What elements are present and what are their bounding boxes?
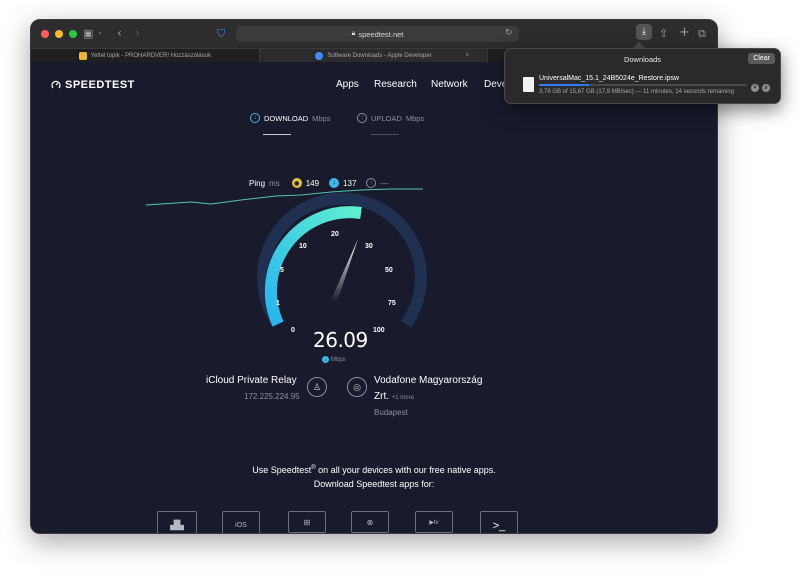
chevron-down-icon[interactable]: ⌄ (97, 29, 103, 36)
speed-graph-and-gauge: 0 1 5 10 20 30 50 75 100 (145, 188, 427, 334)
downloads-popover: Downloads Clear UniversalMac_15.1_24B502… (504, 48, 781, 104)
gauge-tick-75: 75 (388, 300, 396, 307)
close-window-button[interactable] (41, 30, 49, 38)
globe-icon: ◎ (353, 381, 361, 392)
relay-ip: 172.225.224.95 (244, 392, 300, 401)
download-progress-fill (539, 84, 590, 86)
appletv-app-link[interactable]: ▶tv (415, 511, 453, 533)
isp-city: Budapest (374, 408, 408, 417)
change-relay-button[interactable]: ♙ (307, 377, 327, 397)
reveal-download-button[interactable]: ⌕ (762, 84, 770, 92)
tab-apple-developer[interactable]: Software Downloads - Apple Developer × (259, 49, 489, 62)
url-text: speedtest.net (358, 29, 404, 39)
relay-name: iCloud Private Relay (206, 375, 297, 386)
speed-unit-row: ↓ Mbps (322, 356, 346, 363)
android-icon: ▟▙ (170, 519, 184, 530)
windows-app-link[interactable]: ⊞ (288, 511, 326, 533)
mac-app-link[interactable]: ⊗ (351, 511, 389, 533)
share-icon[interactable]: ⇪ (659, 28, 668, 39)
downloads-icon[interactable]: ⤓ (636, 24, 652, 40)
file-icon (523, 77, 534, 92)
mac-icon: ⊗ (366, 517, 374, 527)
windows-icon: ⊞ (303, 517, 311, 527)
ios-app-link[interactable]: iOS (222, 511, 260, 533)
download-status: 3,78 GB of 15,67 GB (17,9 MB/sec) — 11 m… (539, 89, 734, 95)
terminal-icon: >_ (492, 520, 506, 532)
clear-downloads-button[interactable]: Clear (748, 53, 775, 64)
appletv-icon: ▶tv (429, 519, 439, 526)
promo-text-b: on all your devices with our free native… (315, 465, 496, 475)
downloads-title: Downloads (623, 55, 662, 64)
forward-icon[interactable]: › (135, 27, 140, 39)
magnifier-icon: ⌕ (764, 84, 768, 91)
cli-app-link[interactable]: >_ (480, 511, 518, 533)
lock-icon: 🔒︎ (351, 30, 356, 37)
sidebar-icon[interactable]: ▣ (83, 28, 93, 39)
address-bar[interactable]: 🔒︎ speedtest.net (236, 26, 519, 42)
close-tab-icon[interactable]: × (465, 52, 469, 59)
android-app-link[interactable]: ▟▙ (157, 511, 197, 533)
promo-line2: Download Speedtest apps for: (313, 479, 435, 489)
favicon-icon (78, 51, 87, 60)
new-tab-icon[interactable]: + (679, 26, 690, 39)
download-progress-bar (539, 84, 747, 86)
stop-download-button[interactable]: × (751, 84, 759, 92)
reload-icon[interactable]: ↻ (505, 29, 513, 38)
download-file-name: UniversalMac_15.1_24B5024e_Restore.ipsw (539, 75, 680, 82)
promo-line1: Use Speedtest® on all your devices with … (31, 465, 717, 475)
speed-download-icon: ↓ (322, 356, 329, 363)
tab-overview-icon[interactable]: ⧉ (698, 28, 706, 39)
change-server-button[interactable]: ◎ (347, 377, 367, 397)
user-icon: ♙ (312, 381, 322, 392)
shield-icon[interactable]: ⛉ (217, 28, 225, 39)
gauge-tick-5: 5 (280, 267, 284, 274)
stop-icon: × (753, 85, 757, 91)
isp-more-link[interactable]: +1 more (392, 395, 414, 401)
isp-name-line2-row: Zrt. +1 more (374, 391, 414, 402)
zoom-window-button[interactable] (69, 30, 77, 38)
isp-name-line1: Vodafone Magyarország (374, 375, 483, 386)
title-bar: ▣ ⌄ ‹ › ⛉ 🔒︎ speedtest.net ↻ ⤓ ⇪ + ⧉ (31, 20, 717, 48)
favicon-icon (315, 51, 324, 60)
isp-name-line2: Zrt. (374, 391, 389, 402)
ios-label: iOS (235, 521, 247, 529)
tab-title: Yettel topik - PROHARDVER! Hozzászólások (90, 52, 212, 59)
gauge-needle (331, 239, 358, 302)
speed-value: 26.09 (313, 328, 368, 352)
speedtest-page: SPEEDTEST Apps Research Network Deve ↓ D… (31, 62, 717, 533)
gauge-tick-20: 20 (331, 231, 339, 238)
gauge-tick-50: 50 (385, 267, 393, 274)
gauge-tick-1: 1 (276, 300, 280, 307)
promo-text-a: Use Speedtest (252, 465, 312, 475)
minimize-window-button[interactable] (55, 30, 63, 38)
gauge-tick-10: 10 (299, 243, 307, 250)
gauge-tick-30: 30 (365, 243, 373, 250)
speed-unit: Mbps (331, 356, 346, 363)
traffic-lights (41, 30, 77, 38)
gauge-tick-100: 100 (373, 327, 385, 334)
back-icon[interactable]: ‹ (117, 27, 122, 39)
gauge-tick-0: 0 (291, 327, 295, 334)
tab-prohardver[interactable]: Yettel topik - PROHARDVER! Hozzászólások (31, 49, 260, 62)
tab-title: Software Downloads - Apple Developer (327, 52, 432, 59)
